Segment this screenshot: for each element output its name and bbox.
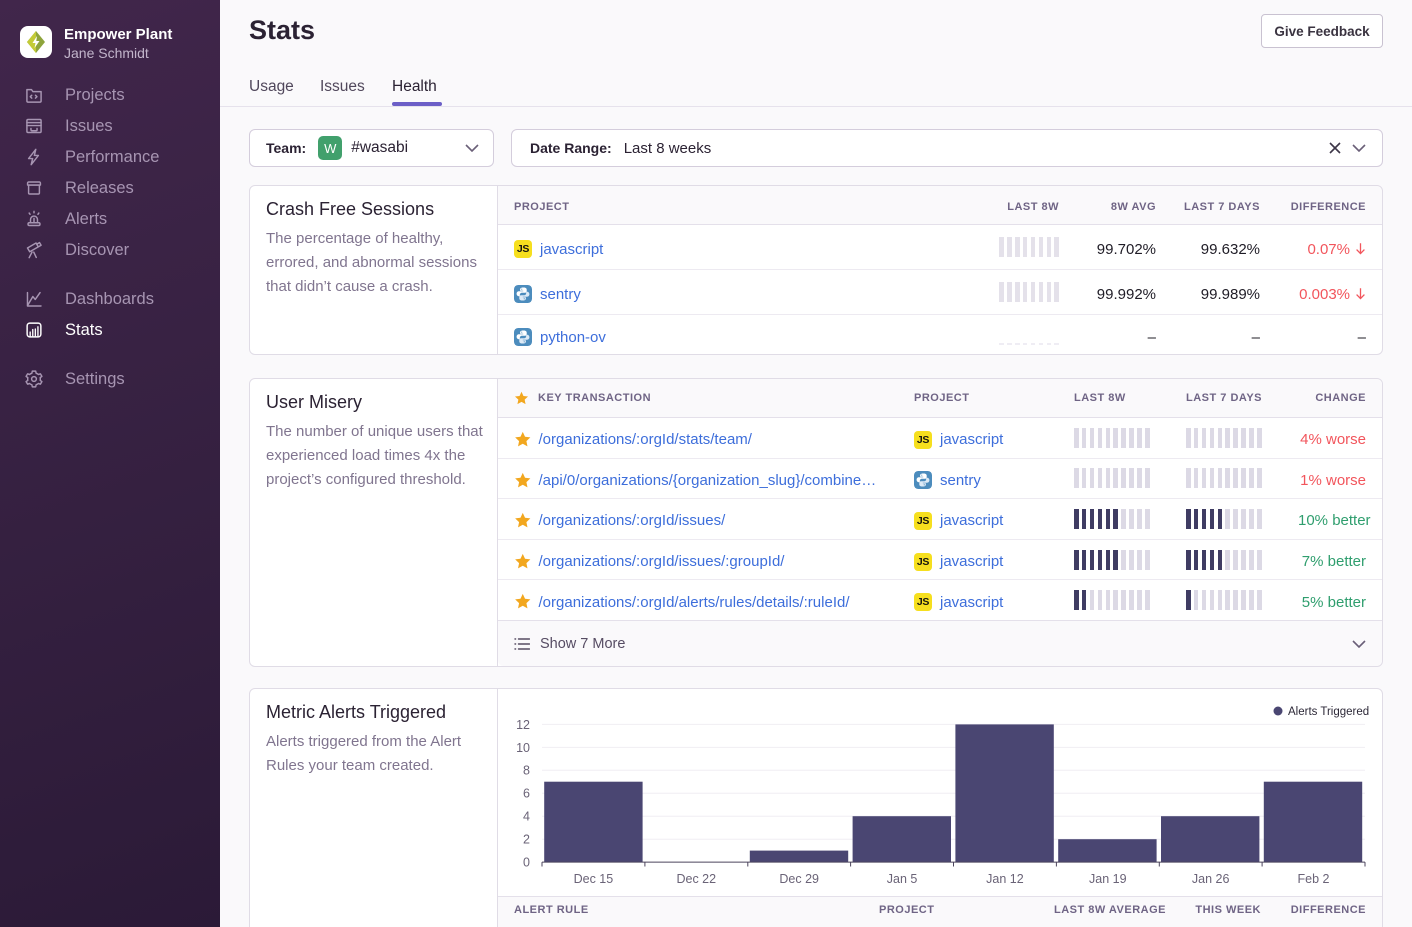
svg-text:10: 10	[516, 741, 530, 755]
svg-text:4: 4	[523, 810, 530, 824]
svg-text:Dec 22: Dec 22	[676, 872, 716, 886]
svg-text:0: 0	[523, 856, 530, 870]
svg-text:Dec 29: Dec 29	[779, 872, 819, 886]
svg-text:Jan 12: Jan 12	[986, 872, 1024, 886]
svg-text:6: 6	[523, 787, 530, 801]
svg-text:Feb 2: Feb 2	[1298, 872, 1330, 886]
svg-text:Dec 15: Dec 15	[574, 872, 614, 886]
svg-text:Alerts Triggered: Alerts Triggered	[1288, 706, 1369, 718]
svg-text:8: 8	[523, 764, 530, 778]
svg-text:Jan 19: Jan 19	[1089, 872, 1127, 886]
svg-text:2: 2	[523, 833, 530, 847]
svg-text:Jan 26: Jan 26	[1192, 872, 1230, 886]
svg-text:Jan 5: Jan 5	[887, 872, 918, 886]
svg-text:12: 12	[516, 718, 530, 732]
